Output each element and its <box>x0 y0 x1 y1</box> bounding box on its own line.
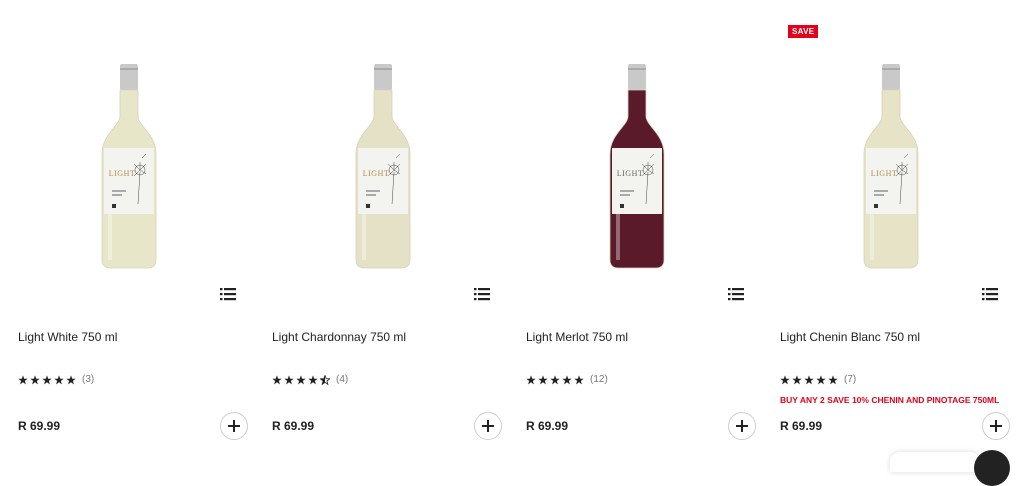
add-to-cart-button[interactable] <box>728 412 756 440</box>
product-name[interactable]: Light Chardonnay 750 ml <box>272 330 406 344</box>
add-to-cart-button[interactable] <box>982 412 1010 440</box>
star-icon <box>284 374 294 384</box>
wine-bottle-image[interactable]: LIGHT <box>602 64 672 270</box>
star-icon <box>526 374 536 384</box>
star-icon <box>54 374 64 384</box>
product-card[interactable]: LIGHT Light White 750 ml (3) R 69.99 <box>6 0 256 462</box>
star-icon <box>828 374 838 384</box>
wine-bottle-image[interactable]: LIGHT <box>856 64 926 270</box>
product-price: R 69.99 <box>526 419 569 433</box>
star-icon <box>816 374 826 384</box>
plus-icon <box>736 420 748 432</box>
star-rating: (12) <box>526 374 608 385</box>
promo-text[interactable]: BUY ANY 2 SAVE 10% CHENIN AND PINOTAGE 7… <box>780 395 1012 405</box>
star-icon <box>574 374 584 384</box>
svg-text:LIGHT: LIGHT <box>363 169 390 178</box>
plus-icon <box>228 420 240 432</box>
review-count[interactable]: (4) <box>336 374 348 385</box>
plus-icon <box>482 420 494 432</box>
star-rating: (4) <box>272 374 348 385</box>
svg-text:LIGHT: LIGHT <box>617 169 644 178</box>
star-rating: (3) <box>18 374 94 385</box>
save-badge: SAVE <box>788 25 819 38</box>
product-price: R 69.99 <box>18 419 61 433</box>
wine-bottle-image[interactable]: LIGHT <box>94 64 164 270</box>
star-icon <box>18 374 28 384</box>
list-icon[interactable] <box>474 287 490 301</box>
plus-icon <box>990 420 1002 432</box>
star-icon <box>804 374 814 384</box>
wine-bottle-image[interactable]: LIGHT <box>348 64 418 270</box>
product-name[interactable]: Light Merlot 750 ml <box>526 330 628 344</box>
list-icon[interactable] <box>728 287 744 301</box>
product-name[interactable]: Light White 750 ml <box>18 330 117 344</box>
product-card[interactable]: SAVE LIGHT Light Chenin Blanc 750 ml (7)… <box>768 0 1018 462</box>
star-icon <box>780 374 790 384</box>
star-icon <box>562 374 572 384</box>
list-icon[interactable] <box>982 287 998 301</box>
star-icon <box>296 374 306 384</box>
add-to-cart-button[interactable] <box>220 412 248 440</box>
star-icon <box>308 374 318 384</box>
product-name[interactable]: Light Chenin Blanc 750 ml <box>780 330 920 344</box>
star-icon <box>42 374 52 384</box>
product-grid: LIGHT Light White 750 ml (3) R 69.99 LIG… <box>0 0 1024 462</box>
star-icon <box>550 374 560 384</box>
product-card[interactable]: LIGHT Light Chardonnay 750 ml (4) R 69.9… <box>260 0 510 462</box>
star-icon <box>320 374 330 385</box>
list-icon[interactable] <box>220 287 236 301</box>
chat-icon[interactable] <box>974 450 1010 486</box>
chat-widget-panel[interactable] <box>890 452 980 472</box>
product-price: R 69.99 <box>272 419 315 433</box>
star-icon <box>272 374 282 384</box>
review-count[interactable]: (3) <box>82 374 94 385</box>
star-icon <box>792 374 802 384</box>
star-icon <box>538 374 548 384</box>
star-rating: (7) <box>780 374 856 385</box>
star-icon <box>66 374 76 384</box>
product-card[interactable]: LIGHT Light Merlot 750 ml (12) R 69.99 <box>514 0 764 462</box>
review-count[interactable]: (12) <box>590 374 608 385</box>
svg-text:LIGHT: LIGHT <box>109 169 136 178</box>
svg-text:LIGHT: LIGHT <box>871 169 898 178</box>
product-price: R 69.99 <box>780 419 823 433</box>
add-to-cart-button[interactable] <box>474 412 502 440</box>
review-count[interactable]: (7) <box>844 374 856 385</box>
star-icon <box>30 374 40 384</box>
